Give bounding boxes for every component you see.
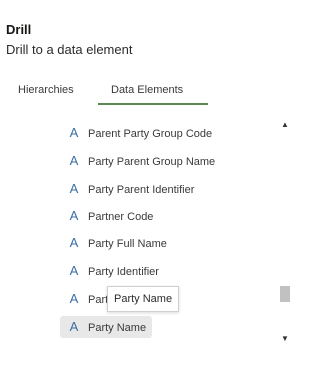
list-item[interactable]: A Party Parent Group Name: [60, 150, 216, 172]
attribute-icon: A: [69, 208, 79, 223]
triangle-down-icon[interactable]: ▼: [280, 334, 290, 344]
list-item-label: Partner Code: [88, 211, 154, 223]
list-item-label: Party Full Name: [88, 238, 167, 250]
list-item[interactable]: A Party Full Name: [60, 232, 167, 254]
hover-tooltip: Party Name: [107, 286, 180, 312]
attribute-icon: A: [69, 263, 79, 278]
attribute-icon: A: [69, 291, 79, 306]
list-item[interactable]: A Party Identifier: [60, 260, 159, 282]
attribute-icon: A: [69, 319, 79, 334]
list-item[interactable]: A Party Parent Identifier: [60, 178, 195, 200]
tab-data-elements[interactable]: Data Elements: [111, 84, 183, 96]
attribute-icon: A: [69, 125, 79, 140]
panel-subtitle: Drill to a data element: [6, 42, 133, 57]
list-item-label: Party Identifier: [88, 266, 159, 278]
panel-title: Drill: [6, 22, 32, 37]
list-item-label: Party Parent Identifier: [88, 184, 195, 196]
list-item-label: Party Parent Group Name: [88, 156, 216, 168]
tab-hierarchies[interactable]: Hierarchies: [18, 84, 74, 96]
list-item-label: Parent Party Group Code: [88, 128, 213, 140]
data-element-list: A Parent Party Group Code A Party Parent G…: [60, 122, 270, 348]
attribute-icon: A: [69, 181, 79, 196]
list-scrollbar[interactable]: ▲ ▼: [278, 120, 292, 350]
tab-bar: Hierarchies Data Elements: [0, 78, 319, 106]
drill-panel: Drill Drill to a data element Hierarchie…: [0, 0, 319, 369]
list-item-label: Party Name: [88, 322, 147, 334]
triangle-up-icon[interactable]: ▲: [280, 120, 290, 130]
attribute-icon: A: [69, 153, 79, 168]
list-item[interactable]: A Partner Code: [60, 205, 154, 227]
list-item-selected[interactable]: A Party Name: [60, 316, 153, 338]
attribute-icon: A: [69, 235, 79, 250]
active-tab-indicator: [98, 103, 208, 105]
scrollbar-thumb[interactable]: [280, 286, 290, 302]
list-item[interactable]: A Parent Party Group Code: [60, 122, 212, 144]
